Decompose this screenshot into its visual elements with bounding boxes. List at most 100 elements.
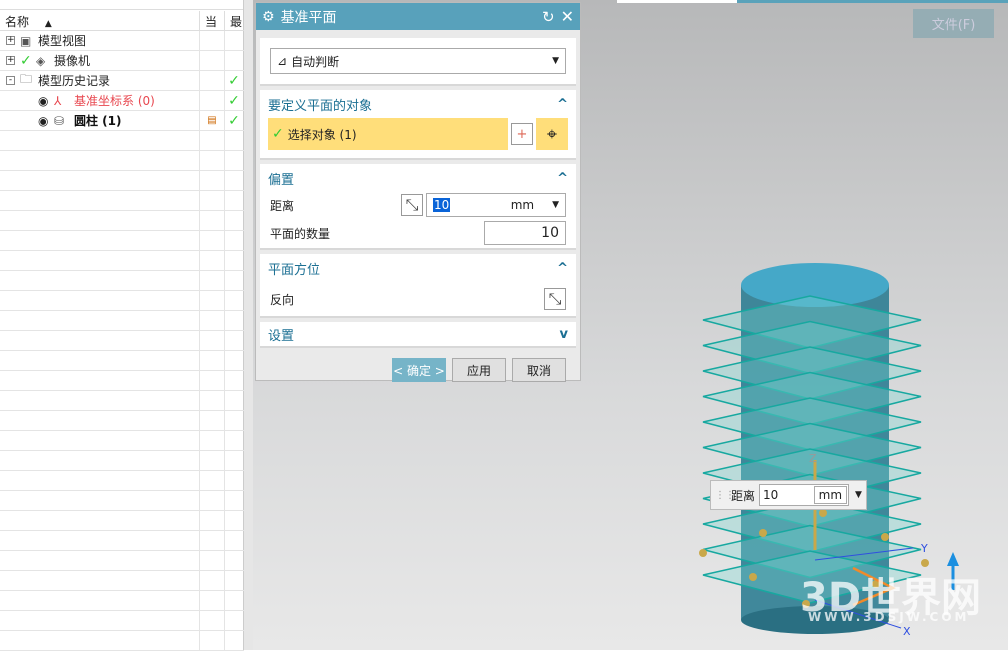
empty-row — [0, 170, 244, 191]
dependency-tree-icon: ▤ — [207, 115, 217, 126]
handle-point — [881, 533, 889, 541]
empty-row — [0, 590, 244, 611]
empty-row — [0, 630, 244, 651]
navigator-header: 名称 ▲ 当 最 — [0, 11, 244, 31]
handle-point — [819, 509, 827, 517]
empty-row — [0, 330, 244, 351]
tree-row[interactable]: + ▣ 模型视图 — [0, 30, 244, 51]
handle-point — [749, 573, 757, 581]
settings-section: 设置 v — [260, 322, 576, 348]
empty-row — [0, 390, 244, 411]
part-navigator: 名称 ▲ 当 最 + ▣ 模型视图 + ✓ ◈ 摄像机 - 🗀 模型历史记录 ✓ ◉ ⅄ 基准坐标系 (0… — [0, 0, 244, 651]
normal-arrow-head — [947, 552, 959, 566]
expand-icon: v — [559, 326, 568, 342]
resizer[interactable] — [244, 0, 253, 650]
view-icon: ▣ — [20, 33, 32, 48]
empty-row — [0, 270, 244, 291]
chevron-down-icon[interactable]: ▼ — [855, 490, 862, 500]
watermark-url: WWW.3DSJW.COM — [808, 610, 970, 624]
sort-ascending-icon: ▲ — [44, 19, 52, 29]
camera-icon: ◈ — [36, 53, 46, 68]
empty-row — [0, 210, 244, 231]
column-current[interactable]: 当 — [200, 11, 225, 31]
close-icon[interactable]: ✕ — [561, 7, 574, 26]
tree-row[interactable]: - 🗀 模型历史记录 ✓ — [0, 70, 244, 91]
eye-icon[interactable]: ◉ — [38, 94, 48, 108]
distance-onscreen-input: ⋮⋮ 距离 10 mm ▼ — [710, 480, 867, 510]
objects-section-header[interactable]: 要定义平面的对象 ^ — [260, 90, 576, 118]
drag-handle-icon[interactable]: ⋮⋮ — [715, 490, 735, 501]
distance-tip-field[interactable]: 10 mm — [759, 484, 850, 506]
empty-row — [0, 190, 244, 211]
check-icon: ✓ — [272, 126, 284, 142]
type-dropdown[interactable]: ⊿ 自动判断 ▼ — [270, 48, 566, 74]
cancel-button[interactable]: 取消 — [512, 358, 566, 382]
empty-row — [0, 510, 244, 531]
select-object-button[interactable]: ✓ 选择对象 (1) — [268, 118, 508, 150]
handle-point — [699, 549, 707, 557]
latest-check-icon: ✓ — [228, 92, 240, 109]
gear-icon: ⚙ — [262, 8, 275, 25]
ok-button[interactable]: < 确定 > — [392, 358, 446, 382]
empty-row — [0, 570, 244, 591]
latest-check-icon: ✓ — [228, 72, 240, 89]
empty-row — [0, 470, 244, 491]
plane-count-input[interactable]: 10 — [484, 221, 566, 245]
empty-row — [0, 350, 244, 371]
axis-label-y: Y — [920, 542, 928, 555]
expand-toggle-icon[interactable]: + — [6, 56, 15, 65]
expand-toggle-icon[interactable]: + — [6, 36, 15, 45]
point-target-icon[interactable]: ⌖ — [536, 118, 568, 150]
orientation-section-header[interactable]: 平面方位 ^ — [260, 254, 576, 282]
tree-row[interactable]: ◉ ⛁ 圆柱 (1) ▤ ✓ — [0, 110, 244, 131]
empty-row — [0, 290, 244, 311]
objects-section: 要定义平面的对象 ^ ✓ 选择对象 (1) + ⌖ — [260, 90, 576, 160]
column-name[interactable]: 名称 ▲ — [0, 11, 200, 31]
distance-input[interactable]: 10 mm ▼ — [426, 193, 566, 217]
empty-row — [0, 150, 244, 171]
folder-icon: 🗀 — [20, 72, 33, 86]
orientation-section: 平面方位 ^ 反向 ⤡ — [260, 254, 576, 318]
empty-row — [0, 430, 244, 451]
navigator-toolbar — [0, 0, 243, 10]
reset-icon[interactable]: ↻ — [542, 8, 555, 26]
axis-label-x: X — [903, 625, 911, 638]
tree-row[interactable]: ◉ ⅄ 基准坐标系 (0) ✓ — [0, 90, 244, 111]
axis-label-z: Z — [809, 452, 817, 465]
collapse-icon: ^ — [557, 260, 568, 276]
column-latest[interactable]: 最 — [225, 11, 244, 31]
empty-row — [0, 490, 244, 511]
empty-row — [0, 530, 244, 551]
offset-section-header[interactable]: 偏置 ^ — [260, 164, 576, 192]
empty-row — [0, 610, 244, 631]
inferred-plane-icon: ⊿ — [277, 54, 288, 68]
eye-icon[interactable]: ◉ — [38, 114, 48, 128]
add-object-icon[interactable]: + — [511, 123, 533, 145]
unit-select[interactable]: mm — [813, 486, 848, 504]
handle-point — [759, 529, 767, 537]
empty-row — [0, 370, 244, 391]
reverse-distance-icon[interactable]: ⤡ — [401, 194, 423, 216]
expand-toggle-icon[interactable]: - — [6, 76, 15, 85]
empty-row — [0, 550, 244, 571]
tree-list: + ▣ 模型视图 + ✓ ◈ 摄像机 - 🗀 模型历史记录 ✓ ◉ ⅄ 基准坐标系 (0) ✓ ◉ ⛁ 圆柱 (1… — [0, 30, 244, 651]
empty-row — [0, 310, 244, 331]
chevron-down-icon: ▼ — [552, 56, 559, 66]
latest-check-icon: ✓ — [228, 112, 240, 129]
apply-button[interactable]: 应用 — [452, 358, 506, 382]
cylinder-icon: ⛁ — [54, 113, 65, 128]
file-menu-button[interactable]: 文件(F) — [913, 9, 994, 38]
empty-row — [0, 410, 244, 431]
empty-row — [0, 130, 244, 151]
dialog-title: 基准平面 — [280, 9, 337, 26]
empty-row — [0, 250, 244, 271]
empty-row — [0, 230, 244, 251]
reverse-direction-icon[interactable]: ⤡ — [544, 288, 566, 310]
datum-csys-icon: ⅄ — [54, 93, 62, 108]
tree-row[interactable]: + ✓ ◈ 摄像机 — [0, 50, 244, 71]
settings-section-header[interactable]: 设置 v — [260, 322, 576, 346]
collapse-icon: ^ — [557, 170, 568, 186]
dialog-titlebar: ⚙ 基准平面 ↻ ✕ — [256, 3, 580, 30]
datum-plane-dialog: ⚙ 基准平面 ↻ ✕ ⊿ 自动判断 ▼ 要定义平面的对象 ^ ✓ 选择对象 (1)… — [255, 2, 581, 382]
ribbon-tab — [617, 0, 737, 3]
